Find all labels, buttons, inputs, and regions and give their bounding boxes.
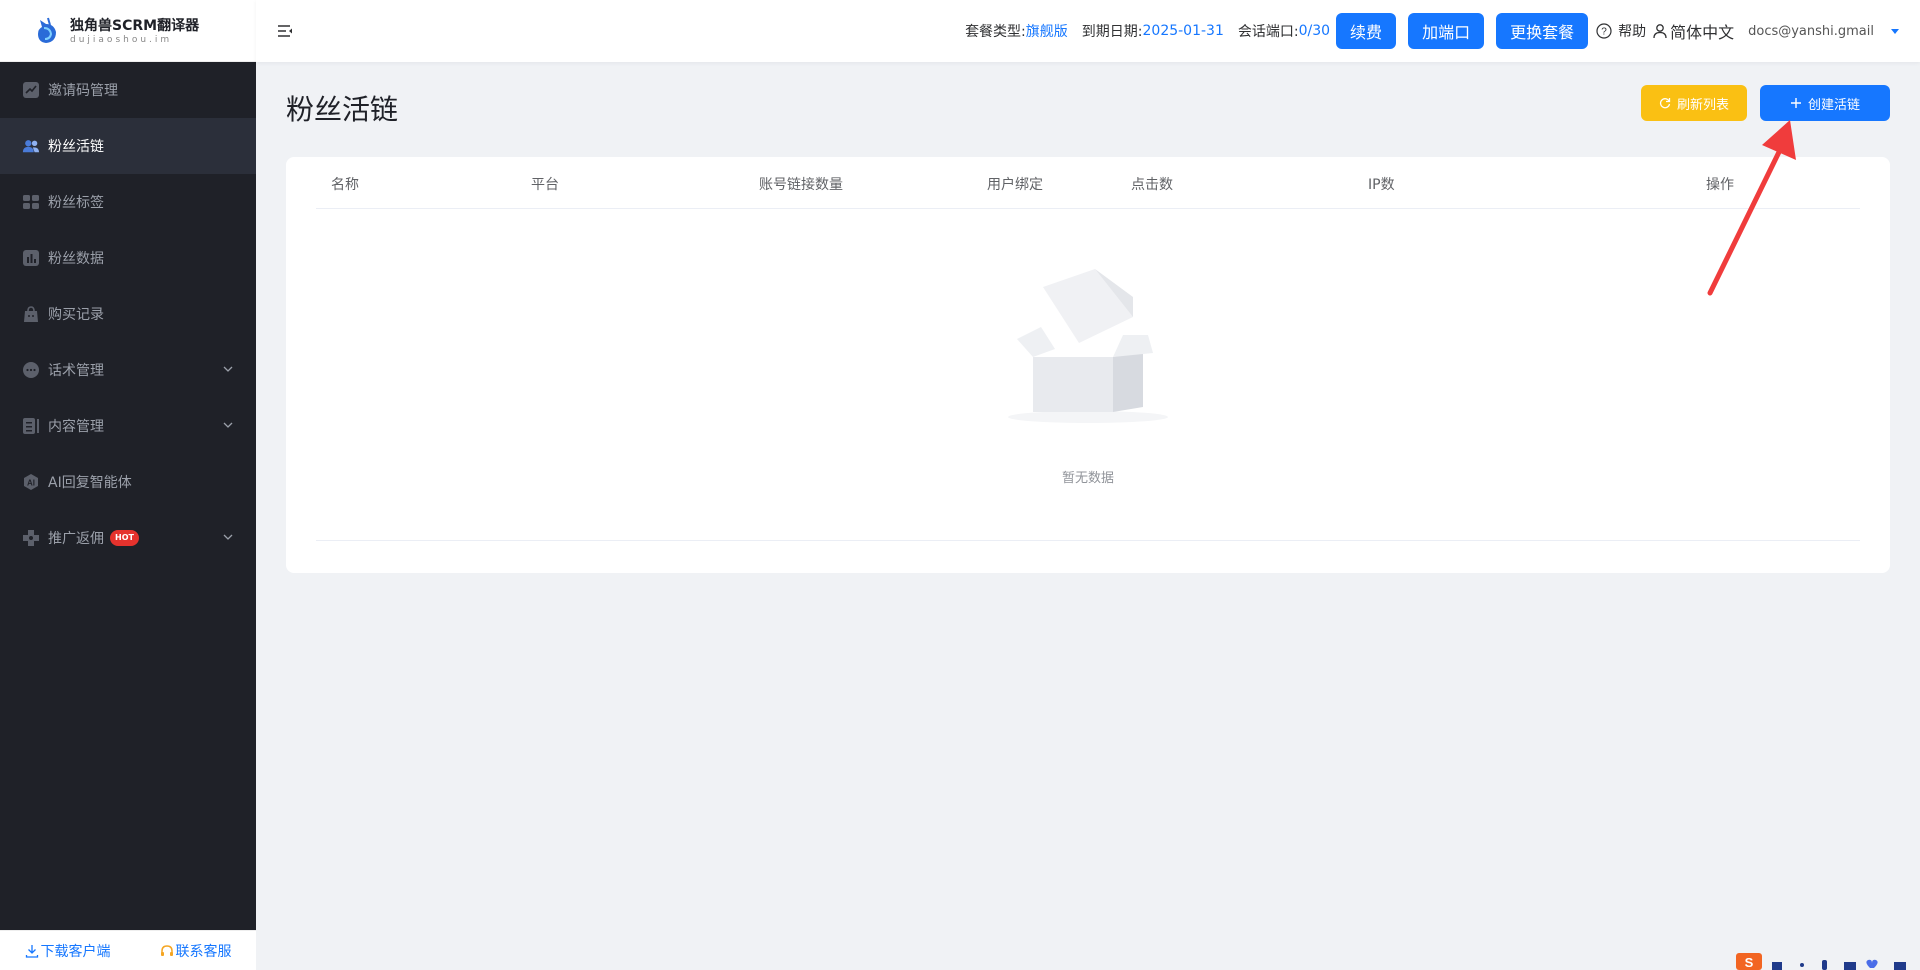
contact-support-label: 联系客服 — [175, 943, 232, 960]
header-right: 套餐类型: 旗舰版 到期日期: 2025-01-31 会话端口: 0/30 续费… — [965, 0, 1920, 62]
caret-down-icon[interactable] — [1890, 26, 1900, 36]
expiry-value: 2025-01-31 — [1142, 23, 1224, 39]
ports-label: 会话端口: — [1237, 24, 1299, 40]
plan-value: 旗舰版 — [1025, 24, 1068, 40]
chevron-down-icon — [223, 534, 233, 540]
app-title: 独角兽SCRM翻译器 — [70, 17, 200, 34]
sidebar-item-label: 粉丝标签 — [48, 195, 104, 211]
ai-icon: AI — [22, 473, 40, 491]
sidebar-item-fan-live-links[interactable]: 粉丝活链 — [0, 118, 256, 174]
question-circle-icon: ? — [1596, 23, 1612, 39]
sidebar-item-fan-tags[interactable]: 粉丝标签 — [0, 174, 256, 230]
renew-button[interactable]: 续费 — [1336, 13, 1397, 49]
users-icon — [22, 137, 40, 155]
table-footer-divider — [316, 540, 1860, 541]
table-header: 名称 平台 账号链接数量 用户绑定 点击数 IP数 操作 — [316, 157, 1860, 209]
trend-chart-icon — [22, 81, 40, 99]
headset-icon — [160, 944, 173, 956]
refresh-icon — [1659, 98, 1671, 109]
bar-chart-icon — [22, 249, 40, 267]
empty-state: 暂无数据 — [286, 257, 1890, 486]
svg-text:AI: AI — [27, 479, 35, 488]
sidebar-item-label: 粉丝活链 — [48, 139, 104, 155]
plus-icon — [1790, 98, 1801, 108]
sidebar-item-invite-codes[interactable]: 邀请码管理 — [0, 62, 256, 118]
sidebar-item-content[interactable]: 内容管理 — [0, 398, 256, 454]
logo-area[interactable]: 独角兽SCRM翻译器 dujiaoshou.im — [0, 0, 256, 62]
chat-bubble-icon — [22, 361, 40, 379]
plan-label: 套餐类型: — [965, 24, 1026, 40]
sidebar-item-label: 邀请码管理 — [48, 83, 118, 99]
help-link[interactable]: ? 帮助 — [1596, 21, 1646, 41]
change-plan-button[interactable]: 更换套餐 — [1496, 13, 1589, 49]
sidebar-item-ai-agent[interactable]: AI AI回复智能体 — [0, 454, 256, 510]
sidebar-item-fan-data[interactable]: 粉丝数据 — [0, 230, 256, 286]
table-card: 名称 平台 账号链接数量 用户绑定 点击数 IP数 操作 暂无数据 — [286, 157, 1890, 573]
download-client-label: 下载客户端 — [40, 943, 111, 960]
sidebar-menu: 邀请码管理 粉丝活链 粉丝标签 粉丝数据 购买记录 话术管理 内容管理 AI A… — [0, 62, 256, 566]
sidebar-item-label: 购买记录 — [48, 307, 104, 323]
top-header: 套餐类型: 旗舰版 到期日期: 2025-01-31 会话端口: 0/30 续费… — [256, 0, 1920, 62]
expiry-label: 到期日期: — [1081, 24, 1143, 40]
column-header-platform: 平台 — [531, 177, 559, 193]
chevron-down-icon — [223, 366, 233, 372]
sidebar-footer: 下载客户端 联系客服 — [0, 930, 256, 970]
svg-text:S: S — [1745, 955, 1754, 970]
sidebar-item-purchase-records[interactable]: 购买记录 — [0, 286, 256, 342]
sidebar-item-label: 粉丝数据 — [48, 251, 104, 267]
sidebar-item-label: 话术管理 — [48, 363, 104, 379]
annotation-arrow-icon — [1707, 120, 1796, 296]
user-icon — [1653, 24, 1667, 39]
shopping-bag-icon — [22, 305, 40, 323]
empty-box-icon — [1008, 269, 1168, 423]
column-header-name: 名称 — [331, 177, 359, 193]
column-header-clicks: 点击数 — [1131, 177, 1173, 193]
user-email[interactable]: docs@yanshi.gmail — [1748, 24, 1874, 39]
document-icon — [22, 417, 40, 435]
add-port-button[interactable]: 加端口 — [1408, 13, 1485, 49]
ports-value: 0/30 — [1298, 23, 1331, 39]
language-selector[interactable]: 简体中文 — [1652, 19, 1734, 43]
sidebar-item-label: 推广返佣 — [48, 531, 104, 547]
help-label: 帮助 — [1618, 24, 1647, 40]
sidebar: 独角兽SCRM翻译器 dujiaoshou.im 邀请码管理 粉丝活链 粉丝标签 — [0, 0, 256, 970]
page-title: 粉丝活链 — [286, 93, 399, 126]
sidebar-item-scripts[interactable]: 话术管理 — [0, 342, 256, 398]
sidebar-item-label: 内容管理 — [48, 419, 104, 435]
column-header-ip-count: IP数 — [1368, 177, 1395, 193]
language-label: 简体中文 — [1670, 23, 1735, 42]
app-subtitle: dujiaoshou.im — [70, 34, 173, 45]
contact-support-link[interactable]: 联系客服 — [160, 941, 232, 961]
download-client-link[interactable]: 下载客户端 — [25, 941, 111, 961]
column-header-user-binding: 用户绑定 — [987, 177, 1043, 193]
tag-icon — [22, 193, 40, 211]
unicorn-logo-icon — [38, 17, 56, 43]
chevron-down-icon — [223, 422, 233, 428]
ime-toolbar-icon: S — [1734, 950, 1920, 970]
sidebar-item-label: AI回复智能体 — [48, 475, 132, 491]
ime-toolbar[interactable]: S — [1734, 950, 1920, 970]
sidebar-item-promotion[interactable]: 推广返佣 HOT — [0, 510, 256, 566]
menu-collapse-icon[interactable] — [276, 22, 294, 40]
column-header-account-link-count: 账号链接数量 — [759, 177, 843, 193]
puzzle-icon — [22, 529, 40, 547]
svg-text:?: ? — [1601, 27, 1607, 38]
download-icon — [25, 944, 38, 958]
hot-badge: HOT — [110, 530, 139, 546]
empty-text: 暂无数据 — [1061, 471, 1114, 486]
